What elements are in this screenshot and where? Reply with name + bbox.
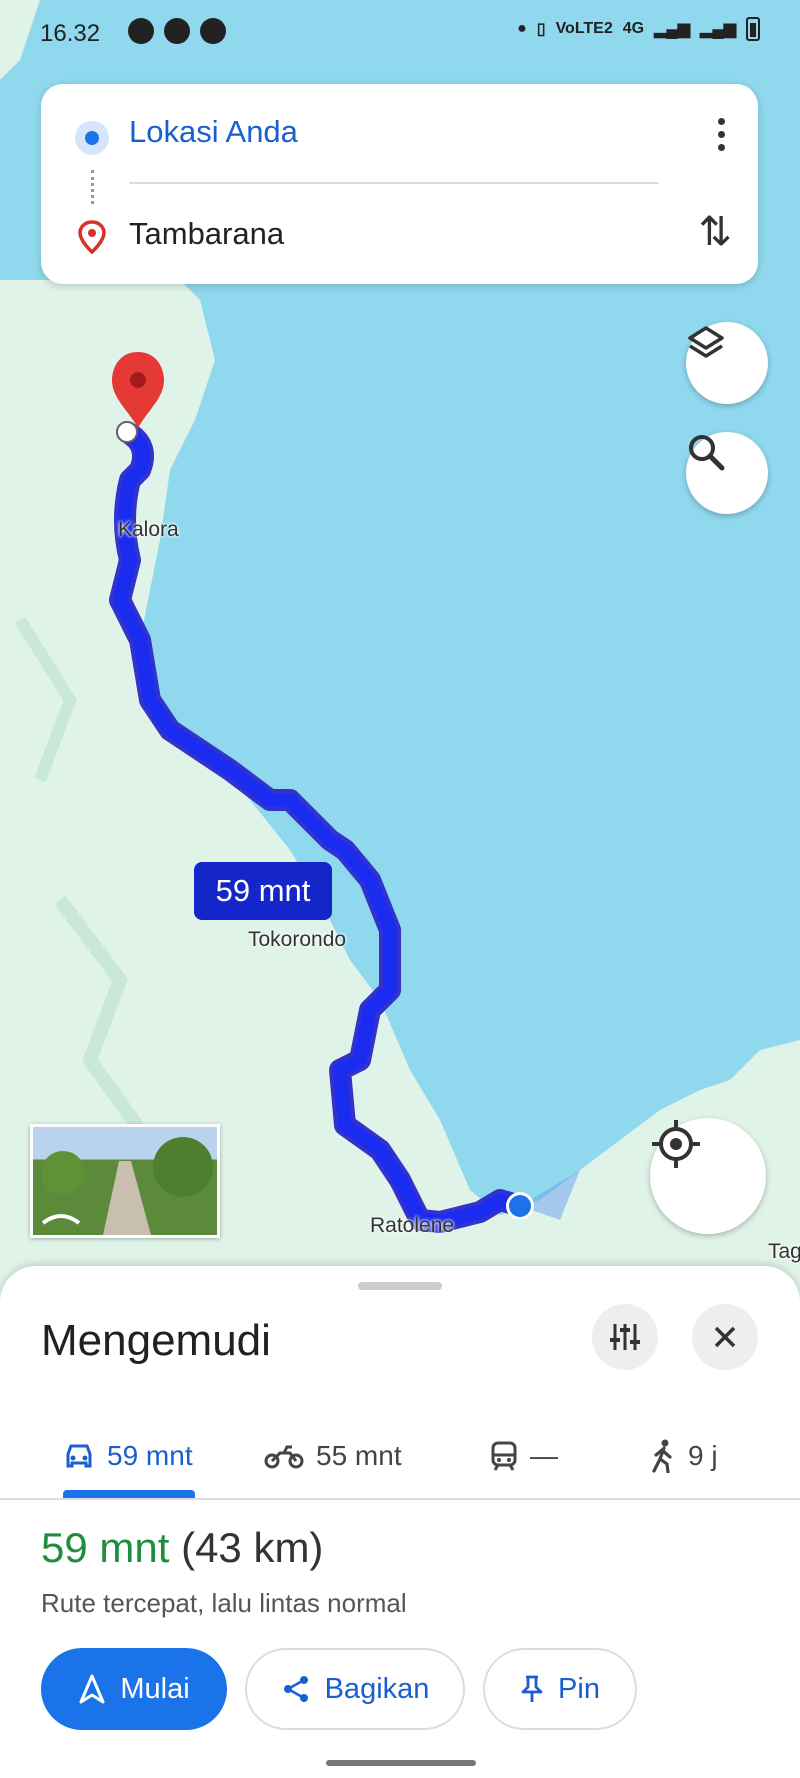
vibrate-icon: ▯ bbox=[536, 21, 546, 38]
pin-icon bbox=[521, 1675, 543, 1702]
destination-pin-outline-icon bbox=[78, 220, 106, 254]
tab-transit[interactable]: — bbox=[490, 1416, 558, 1496]
route-description: Rute tercepat, lalu lintas normal bbox=[41, 1588, 407, 1618]
swap-icon[interactable]: ⇅ bbox=[698, 212, 732, 252]
motorcycle-icon bbox=[264, 1445, 304, 1469]
location-icon: ● bbox=[517, 20, 527, 37]
directions-card: Lokasi Anda Tambarana ⇅ bbox=[41, 84, 758, 284]
street-view-thumbnail[interactable] bbox=[30, 1124, 220, 1238]
destination-pin-icon[interactable] bbox=[112, 352, 164, 428]
start-button[interactable]: Mulai bbox=[41, 1648, 227, 1730]
transit-icon bbox=[491, 1441, 517, 1471]
route-options-button[interactable] bbox=[592, 1304, 658, 1370]
origin-dot-icon bbox=[75, 121, 109, 155]
place-label-tokorondo: Tokorondo bbox=[248, 928, 347, 951]
tab-walking-label: 9 j bbox=[688, 1440, 718, 1471]
directions-sheet: Mengemudi 59 mnt 55 mnt — 9 j 59 mnt (43… bbox=[0, 1266, 800, 1778]
navigation-arrow-icon bbox=[79, 1674, 105, 1704]
whatsapp-icon bbox=[128, 18, 154, 44]
signal-icon-2: ▂▄▆ bbox=[700, 21, 736, 38]
travel-mode-tabs: 59 mnt 55 mnt — 9 j bbox=[0, 1416, 800, 1500]
battery-icon bbox=[746, 17, 760, 41]
tab-transit-label: — bbox=[530, 1440, 558, 1471]
tab-walking[interactable]: 9 j bbox=[650, 1416, 718, 1496]
dotted-connector bbox=[91, 170, 96, 204]
place-label-edge: Tag bbox=[768, 1240, 800, 1263]
sliders-icon bbox=[610, 1324, 640, 1350]
active-tab-indicator bbox=[63, 1490, 195, 1498]
route-end-marker bbox=[116, 421, 138, 443]
recenter-button[interactable] bbox=[650, 1118, 766, 1234]
sheet-title: Mengemudi bbox=[41, 1316, 271, 1365]
car-icon bbox=[66, 1444, 92, 1468]
volte-label: VoLTE2 bbox=[555, 20, 613, 37]
layers-icon bbox=[688, 326, 724, 358]
place-label-ratolene: Ratolene bbox=[370, 1214, 455, 1237]
status-time: 16.32 bbox=[40, 20, 101, 47]
tab-motorcycle[interactable]: 55 mnt bbox=[264, 1416, 402, 1496]
origin-field[interactable]: Lokasi Anda bbox=[129, 114, 298, 150]
sheet-drag-handle[interactable] bbox=[358, 1282, 442, 1290]
network-label: 4G bbox=[622, 20, 645, 37]
status-bar: 16.32 ● ▯ VoLTE2 4G ▂▄▆ ▂▄▆ bbox=[0, 0, 800, 66]
divider bbox=[129, 182, 659, 184]
route-distance: (43 km) bbox=[181, 1524, 324, 1571]
route-summary: 59 mnt (43 km) bbox=[41, 1524, 323, 1572]
share-button-label: Bagikan bbox=[324, 1672, 430, 1705]
message-icon bbox=[164, 18, 190, 44]
pin-button-label: Pin bbox=[558, 1672, 600, 1705]
destination-field[interactable]: Tambarana bbox=[129, 216, 284, 252]
crosshair-icon bbox=[652, 1120, 700, 1168]
start-button-label: Mulai bbox=[120, 1672, 190, 1705]
pin-button[interactable]: Pin bbox=[483, 1648, 637, 1730]
tab-driving-label: 59 mnt bbox=[107, 1440, 193, 1471]
share-icon bbox=[283, 1676, 308, 1702]
search-icon bbox=[689, 435, 725, 471]
system-nav-bar[interactable] bbox=[326, 1760, 476, 1766]
tab-motorcycle-label: 55 mnt bbox=[316, 1440, 402, 1471]
notification-icons bbox=[128, 18, 226, 44]
status-right: ● ▯ VoLTE2 4G ▂▄▆ ▂▄▆ bbox=[517, 17, 760, 41]
route-duration: 59 mnt bbox=[41, 1524, 170, 1571]
signal-icon: ▂▄▆ bbox=[654, 21, 691, 38]
more-options-button[interactable] bbox=[716, 118, 726, 158]
close-button[interactable] bbox=[692, 1304, 758, 1370]
place-label-kalora: Kalora bbox=[118, 518, 179, 541]
street-view-image bbox=[41, 1137, 213, 1235]
line-icon bbox=[200, 18, 226, 44]
route-eta-bubble[interactable]: 59 mnt bbox=[194, 862, 332, 920]
walk-icon bbox=[652, 1439, 672, 1473]
share-button[interactable]: Bagikan bbox=[245, 1648, 465, 1730]
layers-button[interactable] bbox=[686, 322, 768, 404]
search-along-route-button[interactable] bbox=[686, 432, 768, 514]
close-icon bbox=[714, 1326, 736, 1348]
tab-driving[interactable]: 59 mnt bbox=[63, 1416, 193, 1496]
